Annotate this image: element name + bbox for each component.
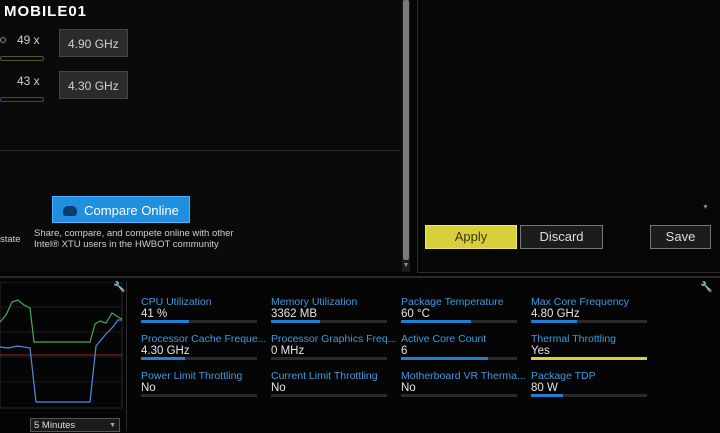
metric-bar-track [531, 320, 647, 323]
metric-label: CPU Utilization [141, 296, 212, 308]
graph-settings-icon[interactable]: 🔧 [113, 282, 125, 293]
metric-12[interactable]: Package TDP 80 W [531, 370, 647, 397]
metric-label: Active Core Count [401, 333, 487, 345]
metric-11[interactable]: Motherboard VR Therma... No [401, 370, 526, 397]
metric-bar-fill [141, 357, 186, 360]
metric-value: 3362 MB [271, 308, 318, 320]
metric-bar-track [271, 320, 387, 323]
monitor-graph-svg [0, 281, 123, 409]
metric-label: Thermal Throttling [531, 333, 617, 345]
metric-label: Package TDP [531, 370, 596, 382]
metric-1[interactable]: CPU Utilization 41 % [141, 296, 257, 323]
metric-bar-track [271, 394, 387, 397]
metric-label: Max Core Frequency [531, 296, 630, 308]
compare-description: Share, compare, and compete online with … [34, 228, 234, 250]
metric-value: No [401, 382, 416, 394]
metric-bar-track [141, 320, 257, 323]
compare-online-button[interactable]: Compare Online [52, 196, 190, 223]
metric-7[interactable]: Active Core Count 6 [401, 333, 517, 360]
slider-knob-icon[interactable] [0, 37, 6, 43]
metric-6[interactable]: Processor Graphics Freq... 0 MHz [271, 333, 397, 360]
scroll-down-icon[interactable]: ▼ [402, 262, 410, 270]
metric-label: Motherboard VR Therma... [401, 370, 526, 382]
apply-button[interactable]: Apply [425, 225, 517, 249]
metric-bar-fill [401, 320, 471, 323]
multiplier-slider[interactable] [0, 56, 44, 61]
metric-bar-track [271, 357, 387, 360]
metric-bar-track [401, 320, 517, 323]
frequency-display: 4.30 GHz [59, 71, 128, 99]
state-label: state [0, 234, 21, 245]
graph-divider [126, 282, 127, 431]
multiplier-slider[interactable] [0, 97, 44, 102]
metric-bar-track [401, 394, 517, 397]
metric-bar-fill [531, 357, 647, 360]
main-scrollbar-thumb[interactable] [403, 0, 409, 260]
metric-bar-fill [531, 320, 578, 323]
metric-bar-track [401, 357, 517, 360]
save-button[interactable]: Save [650, 225, 711, 249]
scroll-down-icon[interactable]: ▼ [702, 204, 709, 211]
metric-value: 4.80 GHz [531, 308, 580, 320]
hwbot-icon [63, 206, 78, 216]
metric-bar-track [141, 394, 257, 397]
metric-value: Yes [531, 345, 550, 357]
metric-label: Current Limit Throttling [271, 370, 378, 382]
metric-label: Processor Graphics Freq... [271, 333, 397, 345]
metric-label: Processor Cache Freque... [141, 333, 267, 345]
metric-9[interactable]: Power Limit Throttling No [141, 370, 257, 397]
monitor-graph [0, 281, 126, 410]
metric-value: No [271, 382, 286, 394]
metric-label: Power Limit Throttling [141, 370, 243, 382]
metric-10[interactable]: Current Limit Throttling No [271, 370, 387, 397]
time-range-select[interactable]: 5 Minutes ▼ [30, 418, 120, 432]
metric-value: 4.30 GHz [141, 345, 190, 357]
panel-divider [0, 276, 720, 278]
metric-label: Package Temperature [401, 296, 504, 308]
multiplier-ratio: 43 x [17, 74, 40, 88]
metric-bar-track [531, 394, 647, 397]
metric-value: 0 MHz [271, 345, 305, 357]
metric-bar-fill [401, 357, 488, 360]
time-range-value: 5 Minutes [34, 420, 76, 431]
metric-5[interactable]: Processor Cache Freque... 4.30 GHz [141, 333, 267, 360]
metric-label: Memory Utilization [271, 296, 358, 308]
compare-online-label: Compare Online [84, 203, 179, 218]
metric-bar-fill [271, 320, 320, 323]
frequency-display: 4.90 GHz [59, 29, 128, 57]
metric-value: 60 °C [401, 308, 430, 320]
metric-bar-track [531, 357, 647, 360]
metric-value: 80 W [531, 382, 558, 394]
metric-value: No [141, 382, 156, 394]
monitor-settings-icon[interactable]: 🔧 [700, 282, 712, 293]
metric-3[interactable]: Package Temperature 60 °C [401, 296, 517, 323]
metric-bar-track [141, 357, 257, 360]
metric-2[interactable]: Memory Utilization 3362 MB [271, 296, 387, 323]
metric-value: 6 [401, 345, 408, 357]
discard-button[interactable]: Discard [520, 225, 603, 249]
section-divider [0, 150, 400, 151]
multiplier-ratio: 49 x [17, 33, 40, 47]
metric-8[interactable]: Thermal Throttling Yes [531, 333, 647, 360]
metric-4[interactable]: Max Core Frequency 4.80 GHz [531, 296, 647, 323]
metric-bar-fill [531, 394, 564, 397]
metric-bar-fill [141, 320, 189, 323]
metric-value: 41 % [141, 308, 168, 320]
watermark-logo: MOBILE01 [4, 3, 88, 20]
